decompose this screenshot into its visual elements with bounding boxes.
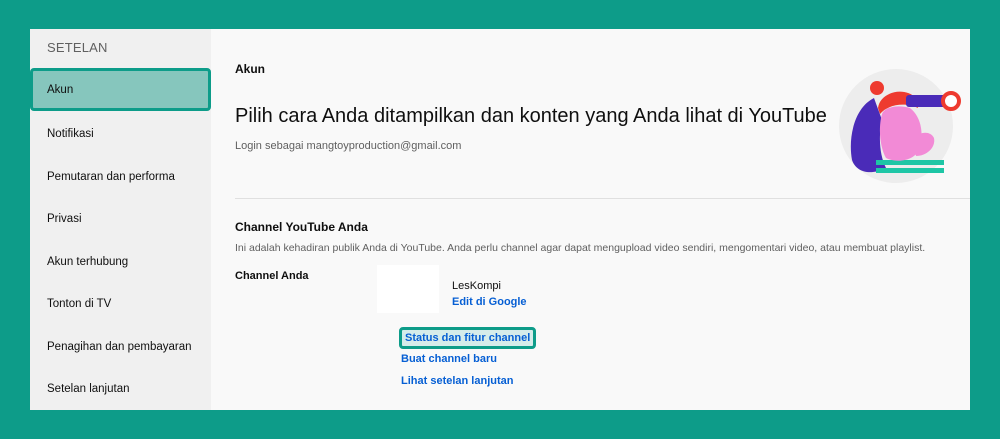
- sidebar-item-akun[interactable]: Akun: [30, 68, 211, 111]
- channel-status-features-link[interactable]: Status dan fitur channel: [399, 327, 537, 349]
- sidebar: SETELAN Akun Notifikasi Pemutaran dan pe…: [30, 29, 211, 410]
- channel-section-heading: Channel YouTube Anda: [235, 220, 368, 234]
- section-label: Akun: [235, 62, 265, 76]
- section-divider: [235, 198, 970, 199]
- sidebar-item-privasi[interactable]: Privasi: [30, 197, 211, 240]
- sidebar-item-penagihan[interactable]: Penagihan dan pembayaran: [30, 325, 211, 368]
- sidebar-item-akun-terhubung[interactable]: Akun terhubung: [30, 240, 211, 283]
- login-info: Login sebagai mangtoyproduction@gmail.co…: [235, 140, 462, 152]
- create-new-channel-link[interactable]: Buat channel baru: [401, 353, 497, 365]
- advanced-settings-link[interactable]: Lihat setelan lanjutan: [401, 375, 513, 387]
- sidebar-heading: SETELAN: [47, 40, 108, 55]
- sidebar-item-tonton-di-tv[interactable]: Tonton di TV: [30, 282, 211, 325]
- edit-in-google-link[interactable]: Edit di Google: [452, 296, 527, 308]
- main-content: Akun Pilih cara Anda ditampilkan dan kon…: [211, 29, 970, 410]
- sidebar-item-setelan-lanjutan[interactable]: Setelan lanjutan: [30, 367, 211, 410]
- channel-avatar: [377, 265, 439, 313]
- binoculars-illustration: [839, 69, 961, 183]
- sidebar-item-notifikasi[interactable]: Notifikasi: [30, 112, 211, 155]
- page-title: Pilih cara Anda ditampilkan dan konten y…: [235, 105, 827, 127]
- channel-section-description: Ini adalah kehadiran publik Anda di YouT…: [235, 242, 926, 254]
- channel-name: LesKompi: [452, 280, 501, 292]
- settings-window: SETELAN Akun Notifikasi Pemutaran dan pe…: [30, 29, 970, 410]
- channel-label: Channel Anda: [235, 270, 309, 282]
- sidebar-item-pemutaran[interactable]: Pemutaran dan performa: [30, 155, 211, 198]
